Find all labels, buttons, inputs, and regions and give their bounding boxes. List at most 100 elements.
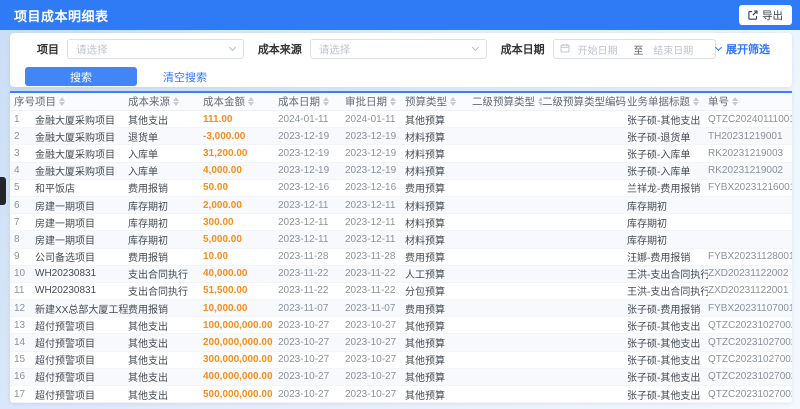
cell-cost-date: 2023-10-27 (278, 388, 330, 400)
cell-project: 房建一期项目 (35, 218, 95, 230)
cell-amount: 2,000.00 (203, 199, 242, 211)
source-select[interactable]: 请选择 (309, 39, 487, 59)
date-separator: 至 (633, 45, 644, 57)
cell-amount: 10.00 (203, 251, 229, 263)
chevron-down-icon (714, 43, 723, 52)
cell-cost-date: 2023-12-19 (278, 147, 330, 159)
cell-cost-date: 2023-10-27 (278, 319, 330, 331)
filter-actions: 搜索 清空搜索 (25, 67, 792, 86)
cell-cost-date: 2023-11-22 (278, 285, 329, 297)
cell-budget-type: 材料预算 (405, 218, 445, 230)
page-header: 项目成本明细表 导出 (0, 0, 800, 30)
cell-audit-date: 2023-10-27 (345, 388, 397, 400)
cell-amount: 100,000,000.00 (203, 319, 273, 331)
column-header-source[interactable]: 成本来源 (128, 93, 203, 110)
cost-table: 序号 项目 成本来源 成本金额 成本日期 审批日期 预算类型 二级预算类型 二级预算类型编码 业务… (10, 91, 792, 403)
cell-source: 费用报销 (128, 253, 168, 265)
cell-cost-date: 2023-10-27 (278, 337, 330, 349)
cell-doc-title: 张子硕-其他支出 (627, 115, 701, 127)
column-header-doc-title[interactable]: 业务单据标题 (627, 93, 708, 110)
cell-amount: 400,000,000.00 (203, 371, 273, 383)
cell-sub-budget-code (542, 317, 627, 333)
cell-sub-budget-type (472, 334, 542, 350)
cell-amount: 200,000,000.00 (203, 337, 273, 349)
table-header: 序号 项目 成本来源 成本金额 成本日期 审批日期 预算类型 二级预算类型 二级预算类型编码 业务… (10, 93, 792, 111)
cell-doc-title: 库存期初 (627, 201, 667, 213)
cell-cost-date: 2023-10-27 (278, 354, 330, 366)
side-drawer-handle[interactable] (0, 177, 6, 205)
table-row: 13 超付预警项目 其他支出 100,000,000.00 2023-10-27 2023… (10, 317, 792, 335)
cell-sub-budget-type (472, 249, 542, 265)
column-header-doc-no[interactable]: 单号 (708, 93, 792, 110)
cell-cost-date: 2023-11-28 (278, 251, 329, 263)
expand-filter-link[interactable]: 展开筛选 (714, 41, 770, 57)
cell-doc-title: 张子硕-费用报销 (627, 304, 701, 316)
column-header-budget-type[interactable]: 预算类型 (405, 93, 472, 110)
expand-filter-label: 展开筛选 (726, 44, 770, 56)
cell-doc-title: 王洪-支出合同执行 (627, 287, 708, 299)
column-header-project[interactable]: 项目 (35, 93, 128, 110)
cell-source: 支出合同执行 (128, 287, 188, 299)
sort-icon (390, 97, 397, 106)
export-button[interactable]: 导出 (739, 5, 792, 25)
table-row: 5 和平饭店 费用报销 50.00 2023-12-16 2023-12-16 费用预算 兰祥… (10, 179, 792, 197)
column-header-amount[interactable]: 成本金额 (203, 93, 278, 110)
cell-budget-type: 费用预算 (405, 304, 445, 316)
sort-icon (538, 97, 542, 106)
cell-sub-budget-type (472, 283, 542, 299)
column-header-sub-budget-type[interactable]: 二级预算类型 (472, 93, 542, 110)
cell-audit-date: 2023-11-22 (345, 285, 396, 297)
cell-audit-date: 2023-12-16 (345, 182, 397, 194)
cell-budget-type: 材料预算 (405, 132, 445, 144)
cell-doc-title: 库存期初 (627, 218, 667, 230)
cell-sub-budget-type (472, 266, 542, 282)
table-row: 9 公司备选项目 费用报销 10.00 2023-11-28 2023-11-28 费用预算… (10, 248, 792, 266)
cell-sub-budget-code (542, 283, 627, 299)
cell-doc-no (708, 231, 792, 247)
cell-doc-title: 张子硕-入库单 (627, 167, 691, 179)
cell-no: 17 (14, 388, 26, 400)
column-label: 审批日期 (345, 96, 387, 108)
table-body: 1 金融大厦采购项目 其他支出 111.00 2024-01-11 2024-01-11 其… (10, 111, 792, 403)
column-header-cost-date[interactable]: 成本日期 (278, 93, 345, 110)
cell-doc-no (708, 197, 792, 213)
cell-amount: 40,000.00 (203, 268, 248, 280)
cell-source: 其他支出 (128, 321, 168, 333)
project-select[interactable]: 请选择 (67, 39, 244, 59)
cell-doc-no: TH20231219001 (708, 130, 783, 142)
cell-amount: 4,000.00 (203, 165, 242, 177)
cell-amount: 300,000,000.00 (203, 354, 273, 366)
table-row: 15 超付预警项目 其他支出 300,000,000.00 2023-10-27 2023… (10, 351, 792, 369)
cell-doc-title: 张子硕-其他支出 (627, 321, 701, 333)
cell-doc-title: 汪娜-费用报销 (627, 253, 691, 265)
date-range-picker[interactable]: 开始日期 至 结束日期 (552, 39, 716, 59)
cell-amount: 51,500.00 (203, 285, 248, 297)
column-header-sub-budget-code[interactable]: 二级预算类型编码 (542, 93, 627, 110)
cell-sub-budget-code (542, 231, 627, 247)
cell-sub-budget-code (542, 197, 627, 213)
cell-no: 8 (14, 233, 20, 245)
cell-source: 支出合同执行 (128, 270, 188, 282)
cell-audit-date: 2023-12-11 (345, 233, 396, 245)
cell-project: 和平饭店 (35, 184, 75, 196)
cell-cost-date: 2023-12-19 (278, 130, 330, 142)
column-label: 项目 (35, 96, 56, 108)
clear-search-button[interactable]: 清空搜索 (163, 69, 207, 85)
table-row: 6 房建一期项目 库存期初 2,000.00 2023-12-11 2023-12-11 材… (10, 196, 792, 215)
cell-audit-date: 2023-10-27 (345, 319, 397, 331)
cell-doc-title: 张子硕-其他支出 (627, 339, 701, 351)
cell-doc-title: 张子硕-其他支出 (627, 390, 701, 402)
search-button[interactable]: 搜索 (25, 67, 137, 86)
cell-budget-type: 其他预算 (405, 115, 445, 127)
cell-sub-budget-type (472, 163, 542, 179)
calendar-icon (560, 40, 570, 58)
cell-sub-budget-code (542, 128, 627, 144)
column-label: 序号 (14, 96, 35, 108)
cell-budget-type: 费用预算 (405, 184, 445, 196)
table-row: 4 金融大厦采购项目 入库单 4,000.00 2023-12-19 2023-12-19… (10, 162, 792, 180)
sort-icon (693, 97, 700, 106)
cell-no: 4 (14, 165, 20, 177)
cell-audit-date: 2023-10-27 (345, 337, 397, 349)
cell-project: 金融大厦采购项目 (35, 115, 115, 127)
column-header-audit-date[interactable]: 审批日期 (345, 93, 405, 110)
